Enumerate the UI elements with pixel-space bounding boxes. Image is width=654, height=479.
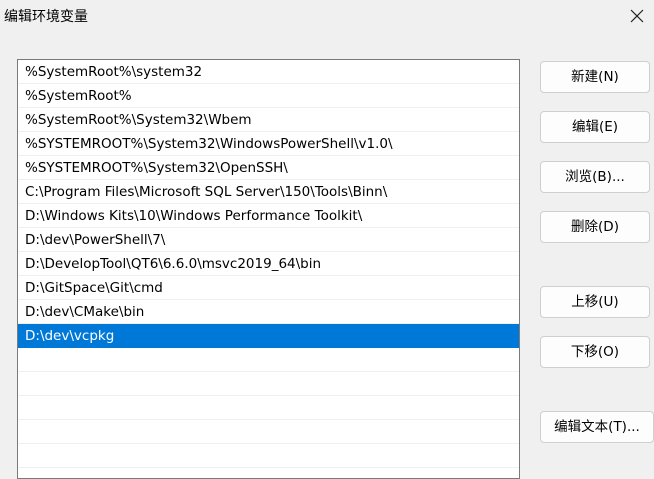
delete-button[interactable]: 删除(D) [540,211,650,243]
list-item-empty[interactable] [18,372,519,396]
list-item[interactable]: %SystemRoot%\System32\Wbem [18,108,519,132]
list-item-label: D:\GitSpace\Git\cmd [25,280,163,296]
list-item-empty[interactable] [18,396,519,420]
list-item-label: %SystemRoot% [25,88,132,104]
list-item[interactable]: D:\GitSpace\Git\cmd [18,276,519,300]
edit-button[interactable]: 编辑(E) [540,111,650,143]
list-item-label: D:\Windows Kits\10\Windows Performance T… [25,208,363,224]
list-item-selected[interactable]: D:\dev\vcpkg [18,324,519,348]
move-down-button[interactable]: 下移(O) [540,336,650,368]
browse-button[interactable]: 浏览(B)... [540,161,650,193]
list-item[interactable]: %SYSTEMROOT%\System32\OpenSSH\ [18,156,519,180]
list-item[interactable]: %SystemRoot%\system32 [18,60,519,84]
list-item[interactable]: D:\dev\CMake\bin [18,300,519,324]
list-item[interactable]: D:\DevelopTool\QT6\6.6.0\msvc2019_64\bin [18,252,519,276]
list-item-label: D:\dev\PowerShell\7\ [25,232,166,248]
edit-text-button[interactable]: 编辑文本(T)... [540,411,654,443]
path-list[interactable]: %SystemRoot%\system32 %SystemRoot% %Syst… [17,59,520,479]
list-item[interactable]: %SYSTEMROOT%\System32\WindowsPowerShell\… [18,132,519,156]
list-item[interactable]: D:\dev\PowerShell\7\ [18,228,519,252]
list-item-empty[interactable] [18,348,519,372]
list-item-label: %SYSTEMROOT%\System32\WindowsPowerShell\… [25,136,393,152]
title-bar: 编辑环境变量 [0,0,654,34]
list-item-label: %SystemRoot%\System32\Wbem [25,112,252,128]
list-item-label: %SYSTEMROOT%\System32\OpenSSH\ [25,160,288,176]
list-item[interactable]: %SystemRoot% [18,84,519,108]
list-item-label: C:\Program Files\Microsoft SQL Server\15… [25,184,388,200]
new-button[interactable]: 新建(N) [540,61,650,93]
list-item-label: D:\DevelopTool\QT6\6.6.0\msvc2019_64\bin [25,256,322,272]
list-item[interactable]: C:\Program Files\Microsoft SQL Server\15… [18,180,519,204]
list-item[interactable]: D:\Windows Kits\10\Windows Performance T… [18,204,519,228]
list-item-label: D:\dev\CMake\bin [25,304,145,320]
list-item-label: D:\dev\vcpkg [25,328,115,344]
move-up-button[interactable]: 上移(U) [540,286,650,318]
window-title: 编辑环境变量 [4,9,88,25]
list-item-empty[interactable] [18,420,519,444]
close-icon [630,9,644,23]
close-button[interactable] [624,4,650,28]
list-item-empty[interactable] [18,444,519,468]
list-item-label: %SystemRoot%\system32 [25,64,203,80]
